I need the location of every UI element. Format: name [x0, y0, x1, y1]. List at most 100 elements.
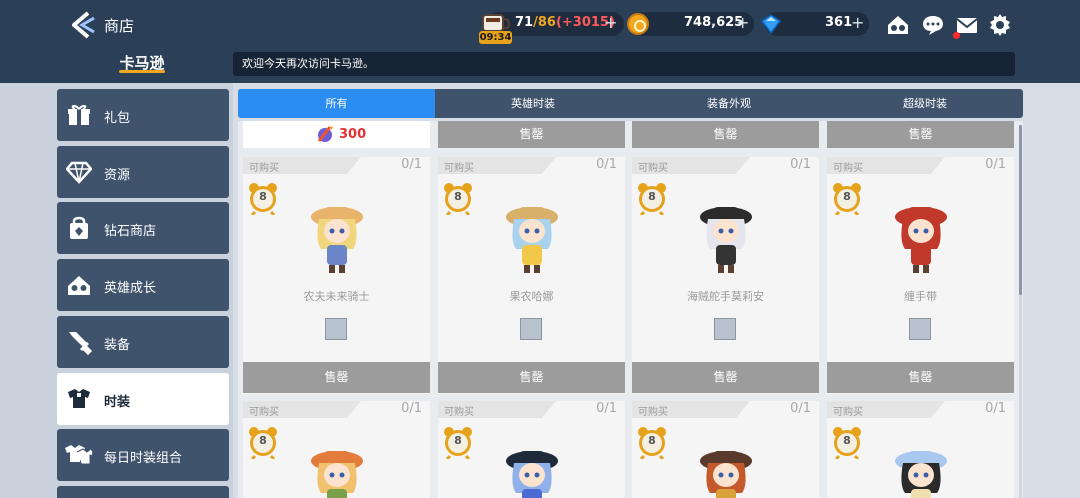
purchase-limit: 0/1 [401, 157, 422, 172]
back-arrow-icon[interactable] [68, 10, 98, 40]
gem-add-button[interactable]: + [851, 13, 864, 32]
sidebar-item-label: 装备 [104, 338, 131, 353]
tab-all[interactable]: 所有 [238, 89, 435, 118]
timer-days: 8 [454, 190, 462, 203]
hero-thumbnail-icon [714, 318, 736, 340]
costume-card[interactable]: 可购买 0/1 8 果农哈娜 售罄 [438, 157, 625, 394]
sidebar-item-label: 礼包 [104, 111, 131, 126]
hero-growth-icon [68, 276, 90, 295]
timer-days: 8 [259, 434, 267, 447]
costume-card[interactable]: 可购买 0/1 8 海贼舵手莫莉安 售罄 [632, 157, 819, 394]
availability-label: 可购买 [249, 407, 279, 418]
sold-out-bar: 售罄 [438, 362, 625, 393]
availability-label: 可购买 [249, 163, 279, 174]
page-title: 商店 [104, 17, 135, 35]
gold-add-button[interactable]: + [736, 13, 749, 32]
purchase-limit: 0/1 [401, 401, 422, 416]
costume-card[interactable]: 可购买 0/1 8 缠手带 售罄 [827, 157, 1014, 394]
mail-notification-dot [953, 32, 960, 39]
tab-equipment-appearance[interactable]: 装备外观 [631, 89, 827, 118]
costume-name: 缠手带 [904, 290, 937, 303]
sidebar-item-label: 时装 [104, 395, 131, 410]
costume-card[interactable]: 可购买 0/1 8 [632, 401, 819, 498]
sidebar-item-costume[interactable]: 时装 [57, 373, 229, 425]
costume-character-icon [895, 207, 947, 273]
feather-currency-icon [317, 126, 333, 142]
timer-days: 8 [259, 190, 267, 203]
purchase-limit: 0/1 [790, 157, 811, 172]
tab-super-costume[interactable]: 超级时装 [827, 89, 1023, 118]
daily-costume-icon [65, 445, 94, 465]
price-button[interactable] [243, 121, 430, 148]
sidebar-item-more[interactable] [57, 486, 229, 498]
timer-days: 8 [454, 434, 462, 447]
costume-character-icon [506, 207, 558, 273]
scrollbar-thumb[interactable] [1019, 125, 1022, 295]
hero-thumbnail-icon [325, 318, 347, 340]
hero-thumbnail-icon [909, 318, 931, 340]
costume-card[interactable]: 可购买 0/1 8 农夫未来骑士 售罄 [243, 157, 430, 394]
costume-character-icon [700, 451, 752, 498]
timer-days: 8 [843, 434, 851, 447]
diamond-icon [66, 161, 92, 184]
sidebar-item-label: 每日时装组合 [104, 451, 183, 466]
availability-label: 可购买 [833, 163, 863, 174]
shop-bag-icon [70, 216, 88, 239]
blue-gem-icon [760, 14, 782, 35]
availability-label: 可购买 [833, 407, 863, 418]
costume-card[interactable]: 可购买 0/1 8 [438, 401, 625, 498]
purchase-limit: 0/1 [596, 157, 617, 172]
sidebar-item-equipment[interactable]: 装备 [57, 316, 229, 368]
sidebar-item-label: 英雄成长 [104, 281, 157, 296]
costume-icon [68, 389, 90, 408]
timer-days: 8 [648, 190, 656, 203]
costume-name: 果农哈娜 [509, 290, 554, 303]
sold-out-bar: 售罄 [827, 121, 1014, 148]
costume-character-icon [311, 451, 363, 498]
brand-underline [119, 70, 165, 73]
hero-thumbnail-icon [520, 318, 542, 340]
guild-icon[interactable] [885, 13, 911, 37]
gold-coin-icon [627, 13, 649, 35]
timer-days: 8 [648, 434, 656, 447]
sidebar-item-hero-growth[interactable]: 英雄成长 [57, 259, 229, 311]
top-bar: 商店 09:34 71/86(+3015) + 748,625 + 361 + … [0, 0, 1080, 83]
sidebar-item-gift[interactable]: 礼包 [57, 89, 229, 141]
purchase-limit: 0/1 [596, 401, 617, 416]
purchase-limit: 0/1 [985, 401, 1006, 416]
price-value: 300 [339, 127, 367, 142]
costume-name: 农夫未来骑士 [303, 290, 370, 303]
stamina-add-button[interactable]: + [604, 13, 617, 32]
notice-banner: 欢迎今天再次访问卡马逊。 [233, 52, 1015, 76]
sidebar-item-diamond-shop[interactable]: 钻石商店 [57, 202, 229, 254]
costume-character-icon [700, 207, 752, 273]
sidebar-item-label: 资源 [104, 168, 131, 183]
costume-character-icon [506, 451, 558, 498]
sidebar-item-daily-costume[interactable]: 每日时装组合 [57, 429, 229, 481]
purchase-limit: 0/1 [985, 157, 1006, 172]
availability-label: 可购买 [638, 407, 668, 418]
sidebar-item-label: 钻石商店 [104, 224, 157, 239]
sold-out-bar: 售罄 [632, 121, 819, 148]
gold-amount: 748,625 [684, 15, 744, 30]
stamina-timer: 09:34 [479, 31, 512, 44]
sold-out-bar: 售罄 [632, 362, 819, 393]
availability-label: 可购买 [444, 163, 474, 174]
availability-label: 可购买 [444, 407, 474, 418]
costume-card[interactable]: 可购买 0/1 8 [243, 401, 430, 498]
chat-icon[interactable] [921, 13, 945, 37]
sidebar-item-resources[interactable]: 资源 [57, 146, 229, 198]
gift-icon [68, 104, 90, 125]
purchase-limit: 0/1 [790, 401, 811, 416]
availability-label: 可购买 [638, 163, 668, 174]
costume-character-icon [895, 451, 947, 498]
sold-out-bar: 售罄 [243, 362, 430, 393]
gear-icon[interactable] [988, 13, 1012, 37]
sword-icon [69, 332, 92, 355]
costume-card[interactable]: 可购买 0/1 8 [827, 401, 1014, 498]
stamina-max: /86 [533, 15, 556, 30]
tab-hero-costume[interactable]: 英雄时装 [435, 89, 631, 118]
stamina-current: 71 [515, 15, 534, 30]
sold-out-bar: 售罄 [438, 121, 625, 148]
category-tabs: 所有 英雄时装 装备外观 超级时装 [238, 89, 1023, 118]
